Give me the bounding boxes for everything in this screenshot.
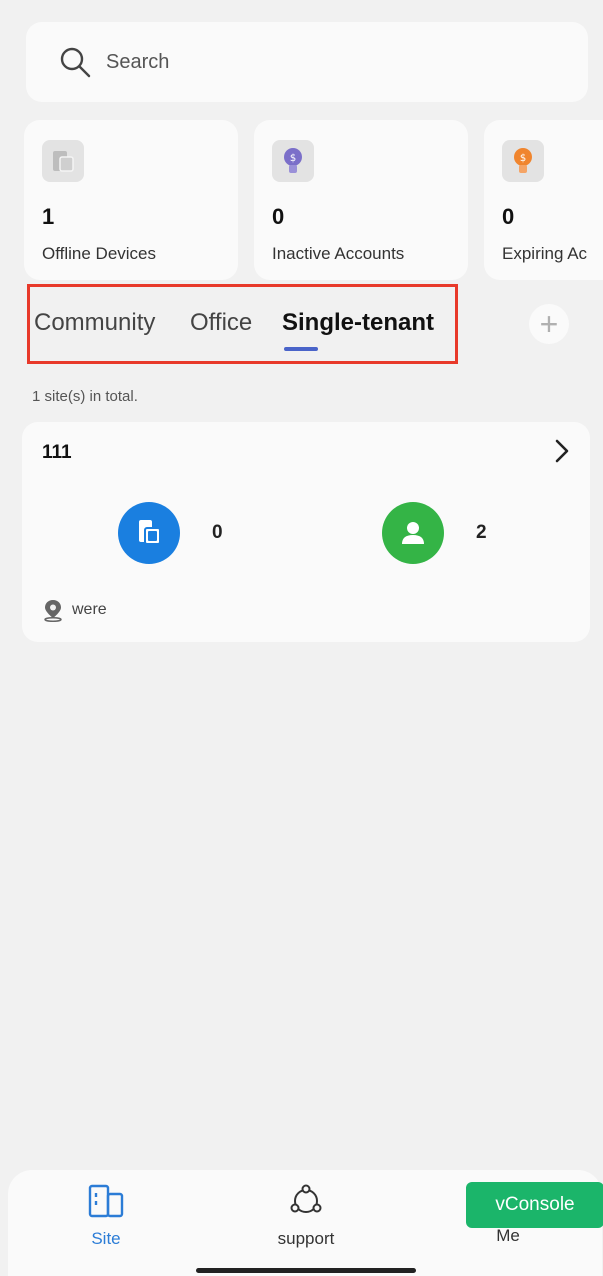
svg-text:$: $ xyxy=(290,153,296,164)
vconsole-button[interactable]: vConsole xyxy=(466,1182,603,1228)
search-bar[interactable]: Search xyxy=(26,22,588,102)
expiring-account-icon: $ xyxy=(502,140,544,182)
site-card[interactable]: 111 0 2 were xyxy=(22,422,590,642)
stat-card-offline-devices[interactable]: 1 Offline Devices xyxy=(24,120,238,280)
device-count: 0 xyxy=(212,522,223,543)
device-icon xyxy=(42,140,84,182)
location-pin-icon xyxy=(44,600,62,622)
support-icon xyxy=(290,1184,322,1213)
stat-label: Expiring Ac xyxy=(502,244,588,263)
stats-row: 1 Offline Devices $ 0 Inactive Accounts … xyxy=(0,120,603,282)
site-location: were xyxy=(42,598,107,622)
svg-text:$: $ xyxy=(520,153,526,164)
tab-single-tenant[interactable]: Single-tenant xyxy=(282,309,434,337)
chevron-right-icon[interactable] xyxy=(550,436,574,466)
home-indicator xyxy=(196,1268,416,1273)
device-count-icon xyxy=(118,502,180,564)
stat-card-expiring-accounts[interactable]: $ 0 Expiring Ac xyxy=(484,120,603,280)
stat-value: 0 xyxy=(272,204,285,229)
nav-site-label: Site xyxy=(91,1229,121,1248)
stat-card-inactive-accounts[interactable]: $ 0 Inactive Accounts xyxy=(254,120,468,280)
site-name: 111 xyxy=(42,442,72,463)
stat-value: 1 xyxy=(42,204,55,229)
tab-office[interactable]: Office xyxy=(190,309,252,337)
location-text: were xyxy=(72,601,107,618)
nav-support[interactable]: support xyxy=(256,1184,356,1249)
user-count-icon xyxy=(382,502,444,564)
site-type-tabs: Community Office Single-tenant xyxy=(27,284,458,364)
stat-label: Offline Devices xyxy=(42,244,157,263)
stat-label: Inactive Accounts xyxy=(272,244,405,263)
nav-me-label: Me xyxy=(496,1226,520,1245)
inactive-account-icon: $ xyxy=(272,140,314,182)
nav-support-label: support xyxy=(277,1229,335,1248)
tab-community[interactable]: Community xyxy=(34,309,155,337)
stat-value: 0 xyxy=(502,204,515,229)
search-icon xyxy=(60,47,91,78)
nav-site[interactable]: Site xyxy=(56,1184,156,1249)
user-count: 2 xyxy=(476,522,487,543)
add-site-button[interactable]: + xyxy=(529,304,569,344)
building-icon xyxy=(88,1184,124,1218)
site-count-text: 1 site(s) in total. xyxy=(32,388,138,405)
active-tab-indicator xyxy=(284,347,318,351)
search-placeholder: Search xyxy=(106,50,170,73)
